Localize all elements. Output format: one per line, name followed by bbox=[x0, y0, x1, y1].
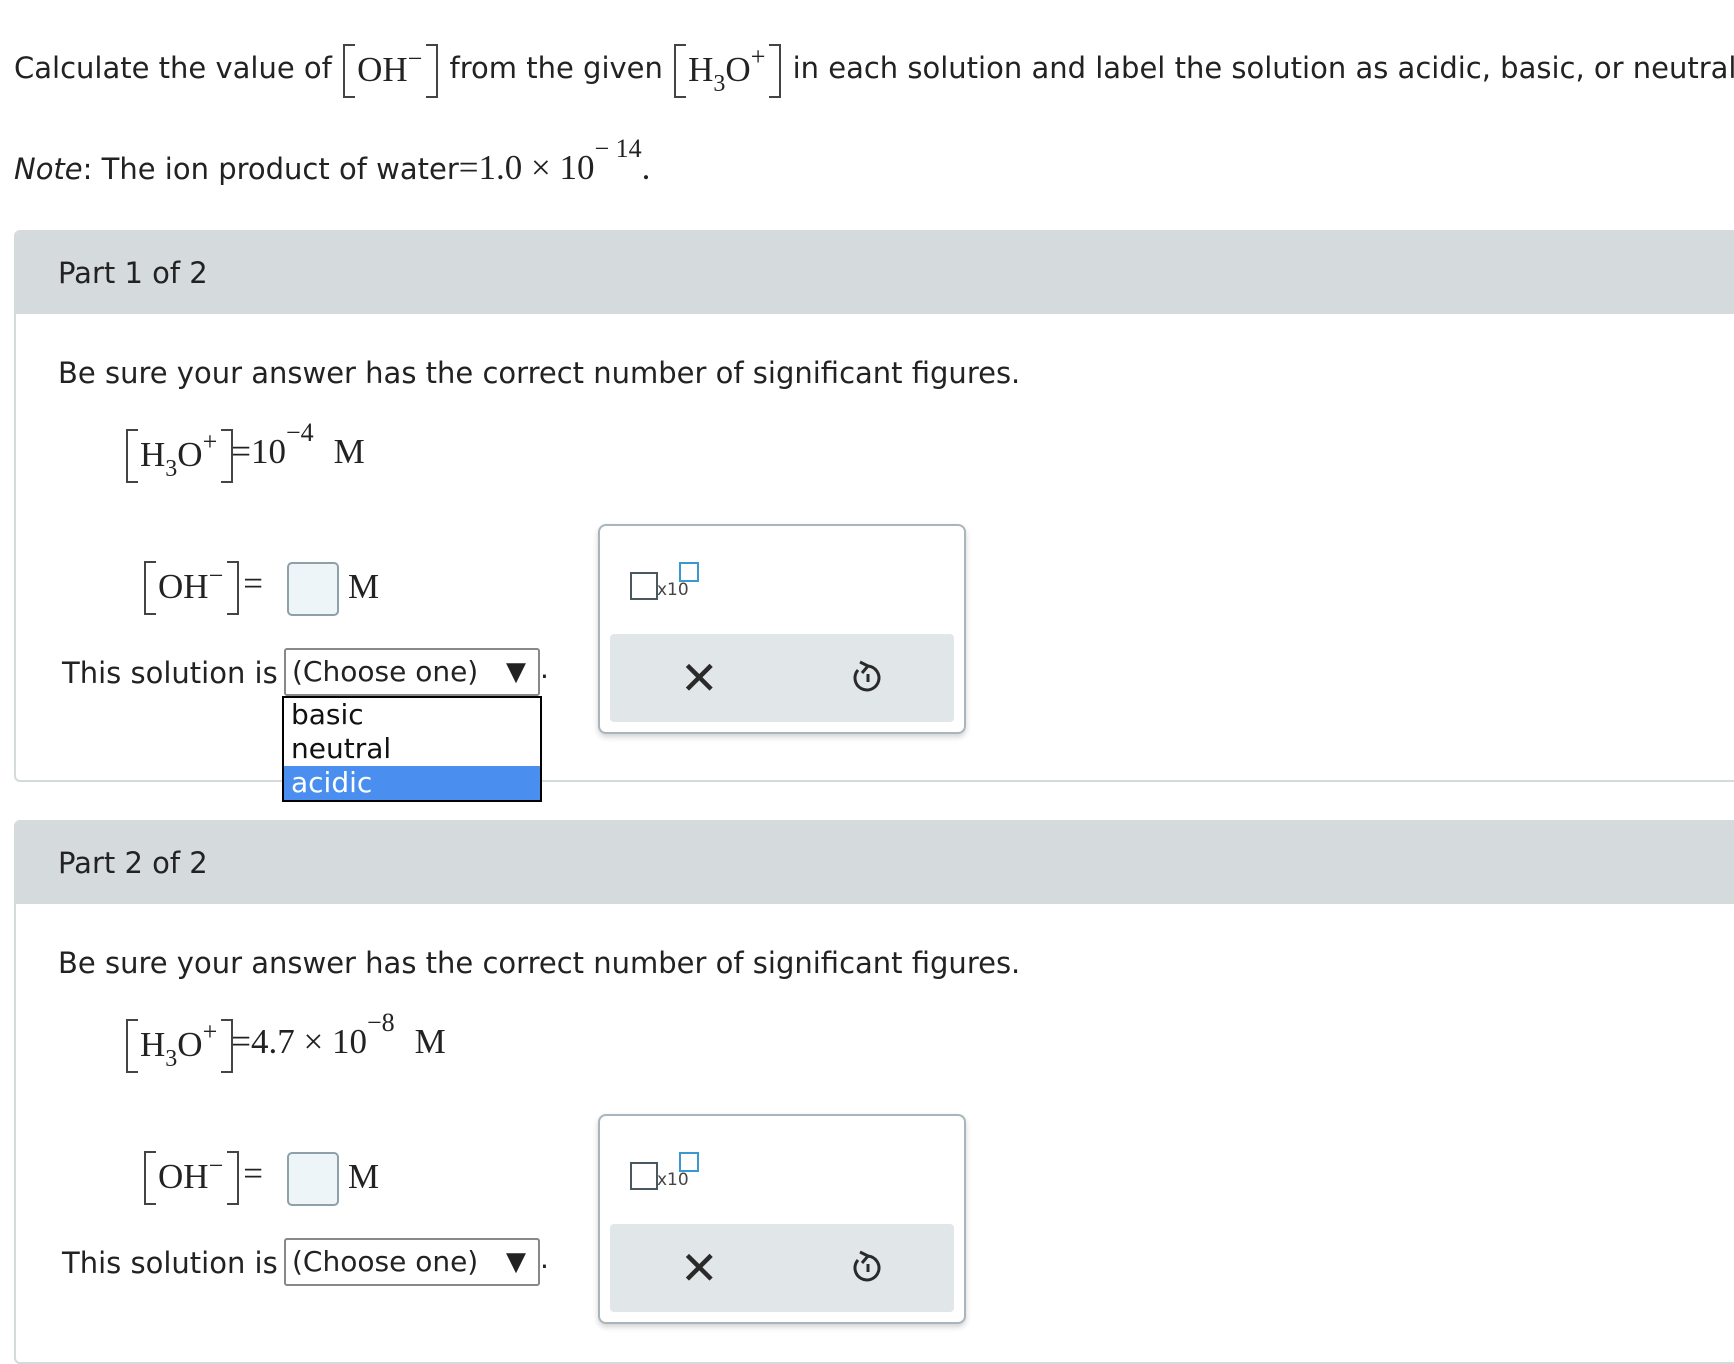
chevron-down-icon: ▼ bbox=[506, 1247, 526, 1277]
scientific-notation-button[interactable]: x10 bbox=[630, 1152, 710, 1202]
part-1-panel: Part 1 of 2 Be sure your answer has the … bbox=[14, 230, 1734, 782]
close-icon[interactable]: ✕ bbox=[680, 1238, 719, 1298]
base-box-icon bbox=[630, 572, 658, 600]
part-2-given-value: 4.7 × 10 bbox=[250, 1022, 367, 1061]
exponent-box-icon bbox=[679, 562, 699, 582]
question-text: Calculate the value of OH− from the give… bbox=[14, 42, 1734, 98]
part-2-given-exponent: −8 bbox=[366, 1008, 395, 1037]
close-icon[interactable]: ✕ bbox=[680, 648, 719, 708]
part-1-given-value: 10 bbox=[250, 432, 286, 471]
part-2-oh-label: OH− = bbox=[144, 1150, 263, 1205]
scientific-notation-button[interactable]: x10 bbox=[630, 562, 710, 612]
part-1-given: H3O+ =10−4 M bbox=[126, 418, 365, 483]
part-1-select-period: . bbox=[540, 652, 549, 685]
part-2-given: H3O+ =4.7 × 10−8 M bbox=[126, 1008, 446, 1073]
part-2-given-unit: M bbox=[414, 1022, 446, 1061]
dropdown-option-acidic[interactable]: acidic bbox=[284, 766, 540, 800]
part-2-instruction: Be sure your answer has the correct numb… bbox=[58, 946, 1021, 980]
part-2-oh-answer-input[interactable] bbox=[287, 1152, 339, 1206]
part-1-tool-panel: x10 ✕ bbox=[598, 524, 966, 734]
part-2-title: Part 2 of 2 bbox=[58, 846, 208, 880]
note-value: 1.0 × 10 bbox=[478, 148, 595, 187]
part-2-solution-label: This solution is bbox=[62, 1246, 278, 1280]
part-2-tool-panel: x10 ✕ bbox=[598, 1114, 966, 1324]
note-label: Note bbox=[14, 152, 83, 186]
part-1-solution-dropdown: basic neutral acidic bbox=[282, 696, 542, 802]
part-1-oh-label: OH− = bbox=[144, 560, 263, 615]
part-1-given-unit: M bbox=[333, 432, 365, 471]
part-1-instruction: Be sure your answer has the correct numb… bbox=[58, 356, 1021, 390]
part-2-solution-select[interactable]: (Choose one) ▼ bbox=[284, 1238, 540, 1286]
note-line: Note: The ion product of water=1.0 × 10−… bbox=[14, 134, 651, 187]
x10-label: x10 bbox=[657, 580, 689, 600]
h3o-species: H3O+ bbox=[674, 42, 782, 98]
question-suffix: in each solution and label the solution … bbox=[792, 51, 1734, 85]
dropdown-option-basic[interactable]: basic bbox=[284, 698, 540, 732]
note-text: : The ion product of water bbox=[82, 152, 459, 186]
part-1-tool-footer: ✕ bbox=[610, 634, 954, 722]
part-1-title: Part 1 of 2 bbox=[58, 256, 208, 290]
dropdown-option-neutral[interactable]: neutral bbox=[284, 732, 540, 766]
part-2-select-period: . bbox=[540, 1242, 549, 1275]
part-1-answer-unit: M bbox=[348, 567, 380, 606]
question-middle: from the given bbox=[449, 51, 663, 85]
part-2-panel: Part 2 of 2 Be sure your answer has the … bbox=[14, 820, 1734, 1364]
part-2-tool-footer: ✕ bbox=[610, 1224, 954, 1312]
oh-species: OH− bbox=[343, 44, 439, 98]
part-2-select-value: (Choose one) bbox=[292, 1245, 479, 1278]
part-2-header: Part 2 of 2 bbox=[16, 822, 1734, 904]
part-2-answer-unit: M bbox=[348, 1157, 380, 1196]
note-exponent: − 14 bbox=[594, 134, 642, 163]
part-1-oh-answer-input[interactable] bbox=[287, 562, 339, 616]
base-box-icon bbox=[630, 1162, 658, 1190]
chevron-down-icon: ▼ bbox=[506, 657, 526, 687]
part-1-given-exponent: −4 bbox=[285, 418, 314, 447]
exponent-box-icon bbox=[679, 1152, 699, 1172]
undo-icon[interactable] bbox=[846, 1246, 890, 1290]
part-1-header: Part 1 of 2 bbox=[16, 232, 1734, 314]
question-prefix: Calculate the value of bbox=[14, 51, 332, 85]
undo-icon[interactable] bbox=[846, 656, 890, 700]
part-1-solution-label: This solution is bbox=[62, 656, 278, 690]
part-1-solution-select[interactable]: (Choose one) ▼ bbox=[284, 648, 540, 696]
part-1-select-value: (Choose one) bbox=[292, 655, 479, 688]
x10-label: x10 bbox=[657, 1170, 689, 1190]
